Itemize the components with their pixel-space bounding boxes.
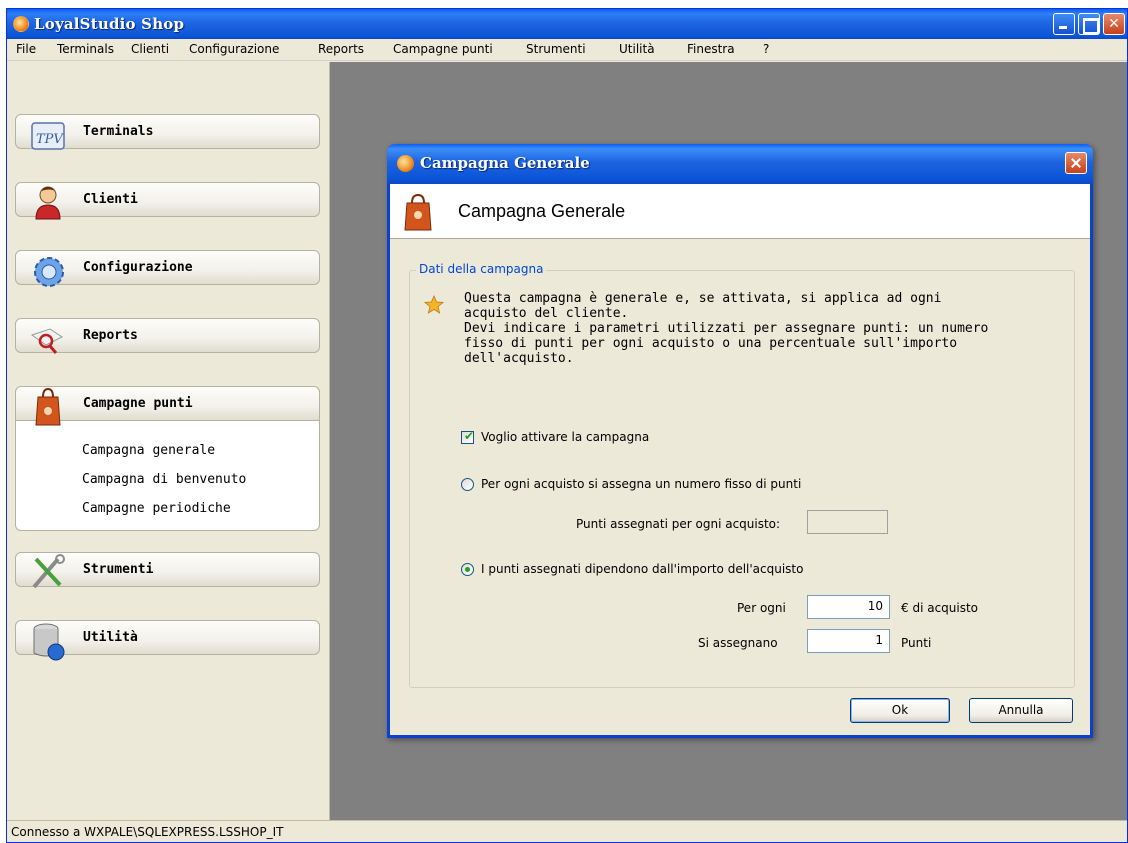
activate-campaign-checkbox[interactable]: ✔ [461,429,475,444]
sidebar: TPV Terminals Clienti Configurazione Rep… [7,62,330,820]
title-bar[interactable]: LoyalStudio Shop ✕ [7,9,1127,39]
menu-reports[interactable]: Reports [318,42,364,56]
group-title: Dati della campagna [416,262,547,276]
svg-text:TPV: TPV [36,132,64,147]
sidebar-group-strumenti: Strumenti [15,552,320,589]
fixed-points-label: Punti assegnati per ogni acquisto: [576,517,781,531]
dialog-app-icon [397,155,414,172]
sidebar-label-clienti: Clienti [83,192,138,207]
sidebar-header-strumenti[interactable]: Strumenti [15,552,320,589]
maximize-icon [1079,14,1099,34]
tpv-icon: TPV [31,122,65,150]
window-title: LoyalStudio Shop [34,15,185,33]
campaign-description: Questa campagna è generale e, se attivat… [464,291,989,366]
sidebar-header-reports[interactable]: Reports [15,318,320,354]
connection-status: Connesso a WXPALE\SQLEXPRESS.LSSHOP_IT [11,825,284,839]
activate-campaign-label[interactable]: Voglio attivare la campagna [481,430,649,444]
dialog-header-title: Campagna Generale [458,201,626,221]
star-icon [424,295,444,314]
campagne-submenu: Campagna generale Campagna di benvenuto … [15,420,320,531]
sidebar-item-campagna-generale[interactable]: Campagna generale [16,438,319,467]
amount-based-option-label[interactable]: I punti assegnati dipendono dall'importo… [481,562,803,576]
app-logo-icon [13,16,29,32]
menu-clienti[interactable]: Clienti [131,42,169,56]
sidebar-item-campagna-benvenuto[interactable]: Campagna di benvenuto [16,467,319,496]
menu-file[interactable]: File [16,42,36,56]
check-icon: ✔ [464,429,475,443]
sidebar-header-campagne-punti[interactable]: Campagne punti [15,386,320,426]
per-ogni-input[interactable]: 10 [807,595,890,619]
si-assegnano-label: Si assegnano [698,636,778,650]
shopping-bag-icon [35,387,61,426]
dialog-close-button[interactable] [1065,152,1087,174]
menu-utilita[interactable]: Utilità [619,42,655,56]
sidebar-label-reports: Reports [83,328,138,343]
fixed-points-input[interactable] [807,510,888,534]
sidebar-label-utilita: Utilità [83,630,138,645]
dialog-title: Campagna Generale [420,154,590,172]
minimize-button[interactable] [1053,13,1075,35]
si-assegnano-input[interactable]: 1 [807,629,890,653]
campaign-data-group: Dati della campagna Questa campagna è ge… [409,262,1075,688]
menu-help[interactable]: ? [763,42,769,56]
sidebar-header-utilita[interactable]: Utilità [15,620,320,661]
sidebar-group-terminals: TPV Terminals [15,114,320,150]
fixed-points-option-label[interactable]: Per ogni acquisto si assegna un numero f… [481,477,801,491]
shopping-bag-icon [404,193,432,231]
sidebar-header-configurazione[interactable]: Configurazione [15,250,320,287]
sidebar-item-campagne-periodiche[interactable]: Campagne periodiche [16,496,319,525]
database-icon [33,623,65,661]
menu-configurazione[interactable]: Configurazione [189,42,279,56]
radio-selected-dot [465,567,470,572]
user-icon [35,186,61,220]
cancel-button[interactable]: Annulla [969,698,1073,723]
menu-terminals[interactable]: Terminals [57,42,114,56]
per-ogni-label: Per ogni [737,601,786,615]
sidebar-group-clienti: Clienti [15,182,320,220]
minimize-icon [1054,14,1074,34]
sidebar-group-configurazione: Configurazione [15,250,320,287]
dialog-header: Campagna Generale [390,184,1090,239]
menu-campagne-punti[interactable]: Campagne punti [393,42,493,56]
maximize-button[interactable] [1078,13,1100,35]
sidebar-group-campagne-punti: Campagne punti Campagna generale Campagn… [15,386,320,531]
gear-icon [34,257,64,287]
menu-bar: File Terminals Clienti Configurazione Re… [7,39,1127,61]
dialog-title-bar[interactable]: Campagna Generale [387,144,1093,184]
close-icon: ✕ [1108,16,1120,32]
ok-button[interactable]: Ok [850,698,950,723]
si-assegnano-unit: Punti [901,636,932,650]
sidebar-header-terminals[interactable]: TPV Terminals [15,114,320,150]
sidebar-label-strumenti: Strumenti [83,562,154,577]
menu-finestra[interactable]: Finestra [687,42,735,56]
amount-based-radio[interactable] [461,563,474,576]
status-bar: Connesso a WXPALE\SQLEXPRESS.LSSHOP_IT [7,820,1127,842]
tools-icon [32,554,65,589]
menu-strumenti[interactable]: Strumenti [526,42,586,56]
sidebar-label-campagne-punti: Campagne punti [83,396,193,411]
close-button[interactable]: ✕ [1103,13,1125,35]
per-ogni-unit: € di acquisto [901,601,979,615]
sidebar-label-terminals: Terminals [83,124,154,139]
magnifier-icon [30,328,63,354]
campagna-generale-dialog: Campagna Generale Campagna Generale Dati… [387,144,1093,738]
sidebar-header-clienti[interactable]: Clienti [15,182,320,220]
sidebar-label-configurazione: Configurazione [83,260,193,275]
fixed-points-radio[interactable] [461,478,474,491]
sidebar-group-utilita: Utilità [15,620,320,661]
sidebar-group-reports: Reports [15,318,320,354]
